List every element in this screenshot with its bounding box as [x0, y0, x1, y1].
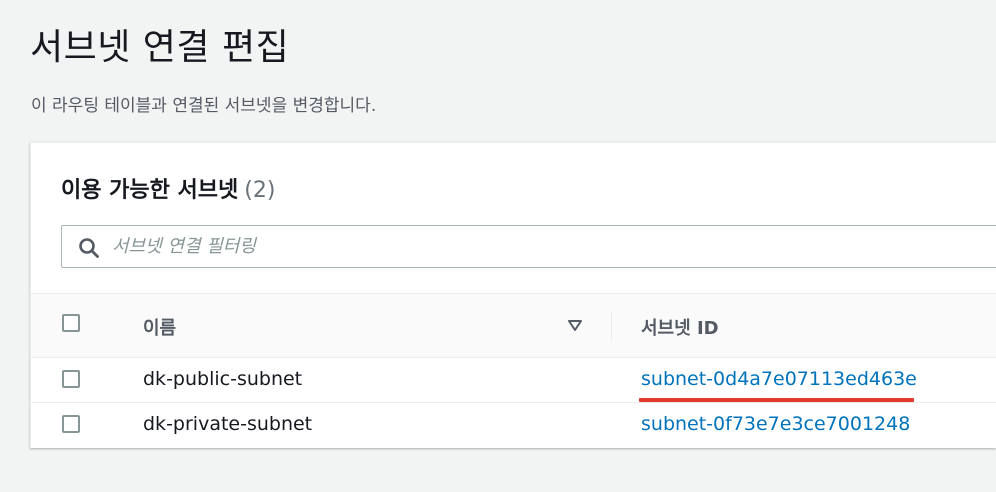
- available-subnets-panel: 이용 가능한 서브넷(2) 이름 서브넷 ID dk-public-subnet…: [30, 142, 996, 448]
- subnet-id-link[interactable]: subnet-0f73e7e3ce7001248: [641, 413, 910, 435]
- subnet-name: dk-private-subnet: [143, 413, 313, 435]
- column-divider[interactable]: [611, 312, 612, 340]
- column-header-name[interactable]: 이름: [143, 314, 176, 340]
- search-box[interactable]: [61, 225, 996, 268]
- select-all-checkbox[interactable]: [62, 314, 80, 332]
- subnet-id-link[interactable]: subnet-0d4a7e07113ed463e: [641, 368, 917, 390]
- highlight-underline: [639, 398, 914, 402]
- subnet-name: dk-public-subnet: [143, 368, 303, 390]
- search-input[interactable]: [112, 226, 962, 267]
- page-title: 서브넷 연결 편집: [30, 27, 290, 68]
- table-header: 이름 서브넷 ID: [31, 293, 996, 358]
- row-checkbox[interactable]: [62, 415, 80, 433]
- panel-header: 이용 가능한 서브넷 (2): [61, 172, 275, 204]
- column-header-subnet-id[interactable]: 서브넷 ID: [641, 314, 719, 340]
- subnet-count: (2): [244, 178, 276, 203]
- table-row[interactable]: dk-public-subnet subnet-0d4a7e07113ed463…: [31, 358, 996, 403]
- table-row[interactable]: dk-private-subnet subnet-0f73e7e3ce70012…: [31, 403, 996, 448]
- sort-down-icon[interactable]: [567, 318, 583, 334]
- search-icon: [79, 238, 99, 258]
- row-checkbox[interactable]: [62, 370, 80, 388]
- page-description: 이 라우팅 테이블과 연결된 서브넷을 변경합니다.: [31, 96, 377, 116]
- panel-title: 이용 가능한 서브넷: [61, 178, 239, 203]
